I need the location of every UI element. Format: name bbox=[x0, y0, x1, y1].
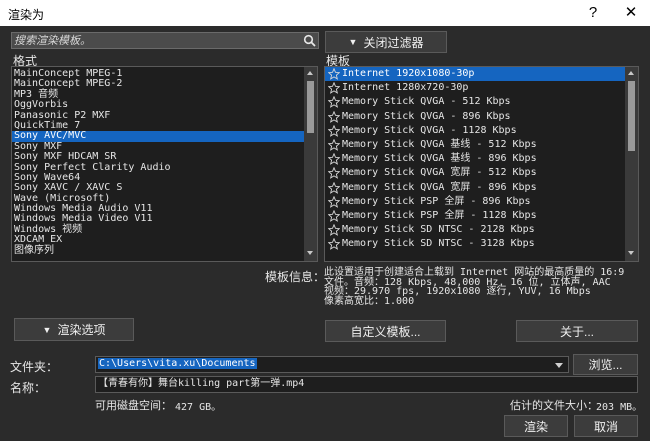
favorite-star-icon[interactable] bbox=[328, 110, 340, 123]
name-input[interactable]: 【青春有你】舞台killing part第一弹.mp4 bbox=[95, 376, 638, 393]
template-item[interactable]: Memory Stick SD NTSC - 3128 Kbps bbox=[325, 237, 625, 251]
template-item[interactable]: Memory Stick QVGA 基线 - 512 Kbps bbox=[325, 138, 625, 152]
favorite-star-icon[interactable] bbox=[328, 224, 340, 236]
template-item[interactable]: Memory Stick PSP 全屏 - 896 Kbps bbox=[325, 195, 625, 209]
window-title: 渲染为 bbox=[8, 8, 45, 22]
format-scroll-thumb[interactable] bbox=[307, 81, 314, 133]
format-item[interactable]: XDCAM EX bbox=[12, 235, 304, 245]
disk-space-value: 427 GB。 bbox=[175, 402, 222, 413]
estimate-value: 203 MB。 bbox=[596, 402, 643, 413]
template-item[interactable]: Memory Stick PSP 全屏 - 1128 Kbps bbox=[325, 209, 625, 223]
chevron-down-icon: ▼ bbox=[42, 324, 52, 335]
template-item-label: Memory Stick QVGA 宽屏 - 896 Kbps bbox=[342, 181, 537, 193]
template-item-label: Memory Stick PSP 全屏 - 896 Kbps bbox=[342, 195, 531, 207]
favorite-star-icon[interactable] bbox=[328, 181, 340, 194]
search-icon[interactable] bbox=[303, 34, 316, 47]
name-label: 名称： bbox=[10, 381, 47, 395]
template-item[interactable]: Internet 1280x720-30p bbox=[325, 81, 625, 95]
render-options-label: 渲染选项 bbox=[57, 323, 106, 337]
template-item-label: Internet 1280x720-30p bbox=[342, 82, 469, 94]
template-item[interactable]: Memory Stick QVGA - 896 Kbps bbox=[325, 110, 625, 124]
favorite-star-icon[interactable] bbox=[328, 82, 340, 95]
name-value: 【青春有你】舞台killing part第一弹.mp4 bbox=[98, 378, 305, 389]
template-item-label: Memory Stick QVGA 基线 - 512 Kbps bbox=[342, 139, 537, 151]
title-bar: 渲染为 ? ✕ bbox=[0, 0, 650, 26]
format-item[interactable]: 图像序列 bbox=[12, 245, 304, 256]
favorite-star-icon[interactable] bbox=[328, 167, 340, 180]
search-input[interactable] bbox=[14, 33, 294, 48]
favorite-star-icon[interactable] bbox=[328, 195, 340, 208]
favorite-star-icon[interactable] bbox=[328, 153, 340, 166]
favorite-star-icon[interactable] bbox=[328, 124, 340, 137]
disk-space-label: 可用磁盘空间： bbox=[95, 400, 172, 412]
template-info-label: 模板信息： bbox=[265, 270, 326, 284]
template-item-label: Memory Stick SD NTSC - 3128 Kbps bbox=[342, 238, 535, 250]
chevron-down-icon: ▼ bbox=[348, 37, 358, 47]
browse-button[interactable]: 浏览... bbox=[573, 354, 638, 375]
folder-value: C:\Users\vita.xu\Documents bbox=[98, 358, 257, 369]
format-scrollbar[interactable] bbox=[304, 67, 317, 261]
template-item[interactable]: Memory Stick QVGA - 1128 Kbps bbox=[325, 124, 625, 138]
custom-template-button[interactable]: 自定义模板... bbox=[325, 320, 446, 342]
format-item[interactable]: OggVorbis bbox=[12, 99, 304, 110]
favorite-star-icon[interactable] bbox=[328, 96, 340, 109]
scroll-down-icon[interactable] bbox=[307, 251, 313, 255]
template-scrollbar[interactable] bbox=[625, 67, 638, 261]
search-box[interactable] bbox=[11, 32, 319, 49]
template-item-label: Internet 1920x1080-30p bbox=[342, 68, 475, 80]
template-items: Internet 1920x1080-30p Internet 1280x720-… bbox=[325, 67, 625, 251]
render-options-button[interactable]: ▼ 渲染选项 bbox=[14, 318, 134, 341]
template-item-label: Memory Stick QVGA - 896 Kbps bbox=[342, 110, 511, 122]
template-item-label: Memory Stick QVGA 宽屏 - 512 Kbps bbox=[342, 167, 537, 179]
scroll-up-icon[interactable] bbox=[307, 71, 313, 75]
template-item[interactable]: Memory Stick QVGA 宽屏 - 512 Kbps bbox=[325, 166, 625, 180]
close-filter-button[interactable]: ▼ 关闭过滤器 bbox=[325, 31, 447, 53]
close-button[interactable]: ✕ bbox=[620, 2, 642, 24]
template-item[interactable]: Memory Stick QVGA 宽屏 - 896 Kbps bbox=[325, 181, 625, 195]
favorite-star-icon[interactable] bbox=[328, 68, 340, 80]
template-item-label: Memory Stick QVGA 基线 - 896 Kbps bbox=[342, 153, 537, 165]
render-button[interactable]: 渲染 bbox=[504, 415, 568, 437]
format-items: MainConcept MPEG-1 MainConcept MPEG-2 MP3 … bbox=[12, 68, 304, 256]
format-item[interactable]: Sony MXF HDCAM SR bbox=[12, 151, 304, 162]
favorite-star-icon[interactable] bbox=[328, 209, 340, 222]
template-item-label: Memory Stick SD NTSC - 2128 Kbps bbox=[342, 224, 535, 236]
template-item-label: Memory Stick QVGA - 1128 Kbps bbox=[342, 124, 517, 136]
template-item-label: Memory Stick QVGA - 512 Kbps bbox=[342, 96, 511, 108]
favorite-star-icon[interactable] bbox=[328, 139, 340, 151]
template-item-label: Memory Stick PSP 全屏 - 1128 Kbps bbox=[342, 209, 537, 221]
format-list[interactable]: MainConcept MPEG-1 MainConcept MPEG-2 MP3 … bbox=[11, 66, 318, 262]
chevron-down-icon[interactable] bbox=[555, 363, 563, 368]
template-info: 此设置适用于创建适合上载到 Internet 网站的最高质量的 16:9 文件。… bbox=[324, 268, 639, 314]
about-button[interactable]: 关于... bbox=[516, 320, 638, 342]
template-item[interactable]: Memory Stick SD NTSC - 2128 Kbps bbox=[325, 223, 625, 237]
close-filter-label: 关闭过滤器 bbox=[363, 35, 424, 50]
estimate-label: 估计的文件大小： bbox=[510, 400, 598, 412]
template-item[interactable]: Internet 1920x1080-30p bbox=[325, 67, 625, 82]
favorite-star-icon[interactable] bbox=[328, 238, 340, 251]
folder-label: 文件夹： bbox=[10, 360, 59, 374]
scroll-up-icon[interactable] bbox=[628, 71, 634, 75]
template-item[interactable]: Memory Stick QVGA 基线 - 896 Kbps bbox=[325, 152, 625, 166]
template-info-line: 像素高宽比：1.000 bbox=[324, 295, 415, 307]
template-item[interactable]: Memory Stick QVGA - 512 Kbps bbox=[325, 95, 625, 109]
scroll-down-icon[interactable] bbox=[628, 251, 634, 255]
template-scroll-thumb[interactable] bbox=[628, 81, 635, 151]
folder-dropdown[interactable]: C:\Users\vita.xu\Documents bbox=[95, 356, 569, 373]
cancel-button[interactable]: 取消 bbox=[574, 415, 638, 437]
help-button[interactable]: ? bbox=[582, 2, 604, 24]
template-list[interactable]: Internet 1920x1080-30p Internet 1280x720-… bbox=[324, 66, 639, 262]
